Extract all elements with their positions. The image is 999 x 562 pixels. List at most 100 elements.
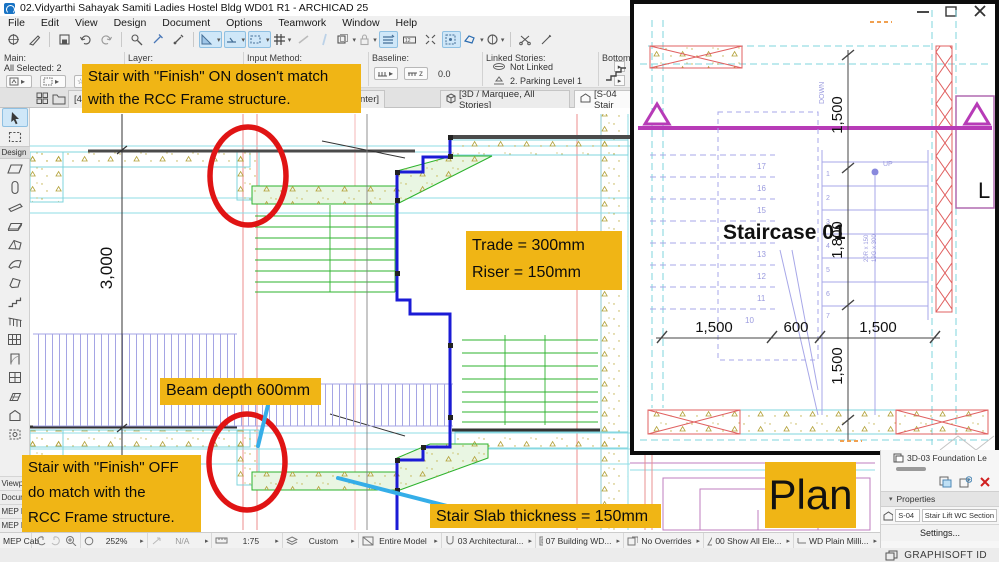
forward-view-icon[interactable] — [50, 535, 62, 546]
copy-view-icon[interactable] — [939, 476, 952, 488]
layout-book-control[interactable]: 07 Building WD... ▸ — [536, 532, 624, 549]
stair-bottom-icon — [606, 67, 626, 81]
layer-combination-control[interactable]: Custom ▸ — [283, 532, 359, 549]
properties-header[interactable]: ▾ Properties — [881, 491, 999, 507]
marquee-offset-icon[interactable]: ▾ — [248, 31, 271, 48]
slab-tool-icon[interactable] — [2, 216, 28, 235]
panel-drag-handle[interactable] — [896, 467, 926, 471]
offset-tool-icon[interactable]: ▾ — [223, 31, 247, 48]
grid-snap-icon[interactable]: ▾ — [273, 31, 292, 48]
quick-options-icon[interactable] — [36, 92, 49, 105]
skylight-tool-icon[interactable] — [2, 387, 28, 406]
zoom-in-icon[interactable] — [65, 535, 77, 546]
delete-icon[interactable] — [979, 476, 991, 488]
renovation-filter-control[interactable]: 00 Show All Ele... ▸ — [704, 532, 794, 549]
dimension-style-icon — [797, 538, 806, 544]
lock-icon[interactable]: ▾ — [358, 31, 377, 48]
door-tool-icon[interactable] — [2, 349, 28, 368]
up-path-start-dot — [871, 168, 879, 176]
selection-mode-button[interactable]: ▸ — [40, 75, 66, 88]
window-tool-icon[interactable] — [2, 368, 28, 387]
undo-icon[interactable] — [76, 31, 95, 48]
window-title: 02.Vidyarthi Sahayak Samiti Ladies Hoste… — [20, 2, 369, 14]
pick-up-parameters-icon[interactable] — [127, 31, 146, 48]
up-label: UP — [883, 161, 893, 168]
column-tool-icon[interactable] — [2, 178, 28, 197]
linked-stories-bottom[interactable]: 2. Parking Level 1 — [510, 76, 582, 86]
menu-design[interactable]: Design — [106, 17, 155, 29]
object-tool-icon[interactable] — [2, 406, 28, 425]
menu-window[interactable]: Window — [334, 17, 387, 29]
baseline-position-button[interactable]: ▸ — [374, 67, 398, 80]
scale-control[interactable]: 1:75 ▸ — [212, 532, 283, 549]
menu-options[interactable]: Options — [218, 17, 270, 29]
fit-view-icon[interactable] — [421, 31, 440, 48]
baseline-offset-value[interactable]: 0.0 — [438, 69, 451, 79]
eyedropper-icon[interactable] — [169, 31, 188, 48]
annotate-icon[interactable] — [25, 31, 44, 48]
zoom-extents-icon[interactable] — [4, 31, 23, 48]
stories-icon[interactable] — [379, 31, 399, 48]
save-icon[interactable] — [55, 31, 74, 48]
pop-up-navigator-icon[interactable] — [52, 92, 66, 105]
beam-tool-icon[interactable] — [2, 197, 28, 216]
guide-line-icon[interactable] — [294, 31, 313, 48]
wall-tool-icon[interactable] — [2, 159, 28, 178]
back-view-icon[interactable] — [35, 535, 47, 546]
viewpoint-row[interactable]: 3D-03 Foundation Le — [881, 450, 999, 465]
arrow-tool-icon[interactable] — [1, 108, 28, 127]
dimension-style-control[interactable]: WD Plain Milli... ▸ — [794, 533, 880, 549]
settings-button[interactable]: Settings... — [881, 524, 999, 541]
menu-view[interactable]: View — [67, 17, 106, 29]
marquee-tool-icon[interactable] — [2, 127, 28, 146]
guide-segment-icon[interactable] — [315, 31, 334, 48]
new-view-icon[interactable] — [959, 476, 972, 488]
copy-box-icon[interactable]: ▾ — [336, 31, 356, 48]
plan-inset-window[interactable]: 17 16 15 13 12 11 10 1 2 3 4 5 6 7 UP DO… — [630, 0, 999, 455]
menu-document[interactable]: Document — [154, 17, 218, 29]
section-id-field[interactable]: S-04 — [895, 509, 920, 522]
stair-tool-icon[interactable] — [2, 292, 28, 311]
pen-set-control[interactable]: 03 Architectural... ▸ — [442, 532, 536, 549]
zoom-control[interactable]: 252% ▸ — [81, 532, 148, 549]
zone-tool-icon[interactable] — [2, 425, 28, 444]
rotate-tool-icon[interactable] — [442, 31, 462, 48]
menu-edit[interactable]: Edit — [33, 17, 67, 29]
orientation-control[interactable]: N/A ▸ — [148, 532, 213, 549]
group-mep-cable[interactable]: MEP Cab — [0, 532, 39, 549]
panel-actions — [881, 474, 999, 491]
menu-help[interactable]: Help — [388, 17, 426, 29]
menu-file[interactable]: File — [0, 17, 33, 29]
inject-parameters-icon[interactable] — [148, 31, 167, 48]
design-group-label[interactable]: Design — [0, 146, 30, 159]
model-filter-control[interactable]: Entire Model ▸ — [359, 532, 442, 549]
morph-tool-icon[interactable] — [2, 273, 28, 292]
section-name-field[interactable]: Stair Lift WC Section — [921, 509, 997, 522]
circle-tool-icon[interactable]: ▾ — [486, 31, 505, 48]
railing-tool-icon[interactable] — [2, 311, 28, 330]
layers-icon — [285, 535, 298, 545]
plan-dim-horizontal: 1,500 600 1,500 — [656, 319, 941, 344]
redo-icon[interactable] — [97, 31, 116, 48]
magic-wand-icon[interactable] — [537, 31, 556, 48]
curtain-wall-tool-icon[interactable] — [2, 330, 28, 349]
shell-tool-icon[interactable] — [2, 254, 28, 273]
roof-tool-icon[interactable] — [2, 235, 28, 254]
graphisoft-id-icon[interactable] — [885, 550, 898, 561]
inset-window-controls[interactable] — [917, 5, 986, 17]
select-arrow-icon[interactable]: ▾ — [199, 31, 222, 48]
graphisoft-id[interactable]: GRAPHISOFT ID — [904, 550, 987, 561]
stair-flight-guides-upper — [255, 205, 396, 293]
boolean-tool-icon[interactable]: ▾ — [463, 31, 484, 48]
overrides-control[interactable]: No Overrides ▸ — [624, 532, 704, 549]
scissors-icon[interactable] — [516, 31, 535, 48]
tab-3d-marquee[interactable]: [3D / Marquee, All Stories] — [440, 89, 570, 111]
baseline-offset-button[interactable]: z — [404, 67, 428, 80]
stair-landing-upper — [251, 185, 398, 205]
dimension-tool-icon[interactable]: 12 — [400, 31, 419, 48]
linked-stories-top[interactable]: Not Linked — [510, 62, 553, 72]
section-marker-left — [642, 101, 672, 126]
menu-teamwork[interactable]: Teamwork — [270, 17, 334, 29]
note-slab-thickness: Stair Slab thickness = 150mm — [430, 504, 661, 528]
settings-dialog-button[interactable]: ▸ — [6, 75, 32, 88]
